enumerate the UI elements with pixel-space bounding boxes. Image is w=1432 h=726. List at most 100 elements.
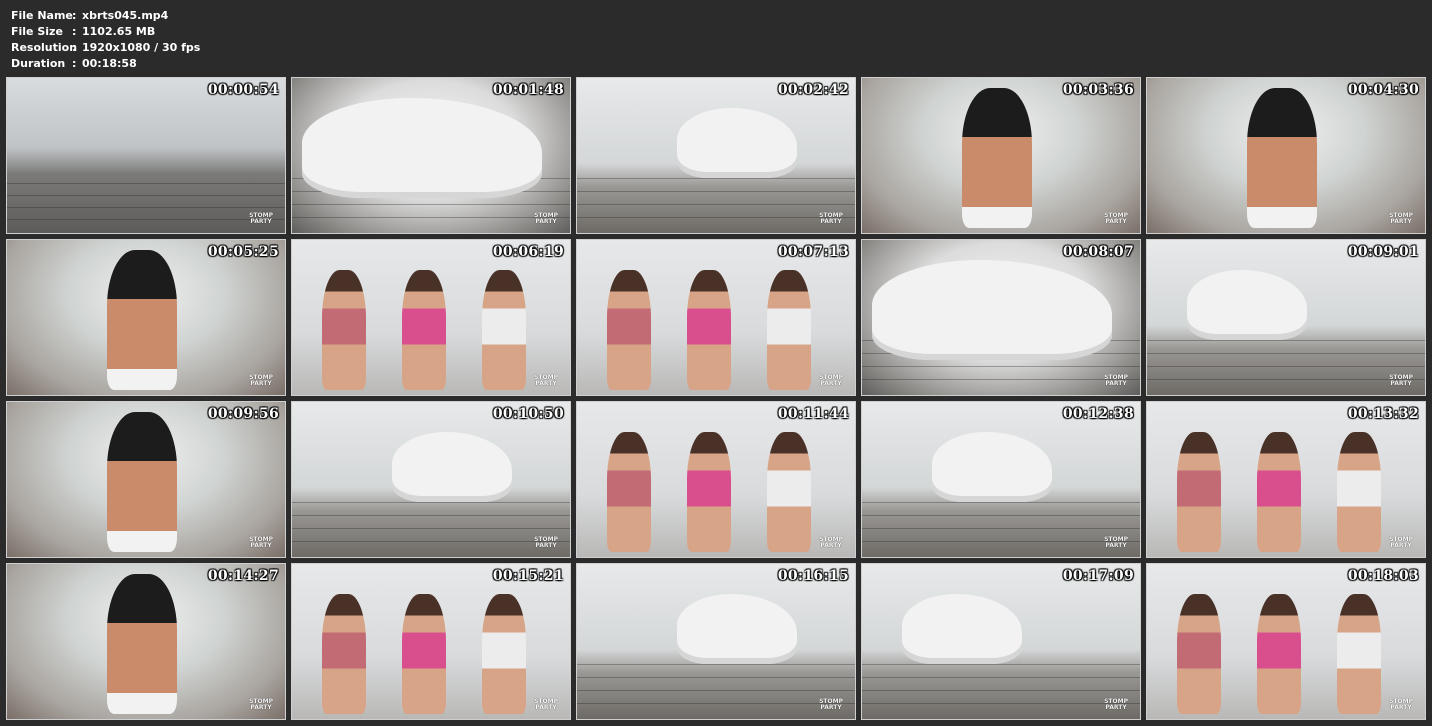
- video-thumbnail[interactable]: 00:18:03 STOMP PARTY: [1146, 563, 1426, 720]
- person-figure: [1257, 432, 1301, 552]
- timestamp-label: 00:07:13: [777, 244, 849, 260]
- video-thumbnail[interactable]: 00:12:38 STOMP PARTY: [861, 401, 1141, 558]
- video-thumbnail[interactable]: 00:00:54 STOMP PARTY: [6, 77, 286, 234]
- video-thumbnail[interactable]: 00:04:30 STOMP PARTY: [1146, 77, 1426, 234]
- video-thumbnail[interactable]: 00:15:21 STOMP PARTY: [291, 563, 571, 720]
- floor-plank-line: [862, 541, 1140, 542]
- floor-plank-line: [862, 515, 1140, 516]
- thumbnail-frame: [577, 240, 855, 395]
- video-thumbnail[interactable]: 00:07:13 STOMP PARTY: [576, 239, 856, 396]
- watermark-line: PARTY: [250, 218, 272, 225]
- floor-plank-line: [7, 219, 285, 220]
- file-name-value: xbrts045.mp4: [82, 9, 169, 22]
- duration-row: Duration : 00:18:58: [11, 56, 200, 72]
- contact-sheet: File Name : xbrts045.mp4 File Size : 110…: [0, 0, 1432, 726]
- thumbnail-frame: [862, 78, 1140, 233]
- video-thumbnail[interactable]: 00:13:32 STOMP PARTY: [1146, 401, 1426, 558]
- watermark-line: PARTY: [1390, 218, 1412, 225]
- timestamp-label: 00:06:19: [492, 244, 564, 260]
- watermark-logo: STOMP PARTY: [249, 213, 273, 225]
- person-figure: [1177, 594, 1221, 714]
- sneaker: [1187, 270, 1307, 340]
- watermark-logo: STOMP PARTY: [1389, 699, 1413, 711]
- watermark-logo: STOMP PARTY: [534, 699, 558, 711]
- watermark-line: PARTY: [535, 380, 557, 387]
- floor-plank-line: [292, 528, 570, 529]
- info-key: File Size: [11, 25, 63, 38]
- leg-figure: [107, 250, 177, 390]
- floor-plank-line: [862, 703, 1140, 704]
- person-figure: [402, 594, 446, 714]
- video-thumbnail[interactable]: 00:16:15 STOMP PARTY: [576, 563, 856, 720]
- video-thumbnail[interactable]: 00:02:42 STOMP PARTY: [576, 77, 856, 234]
- floor-plank-line: [292, 515, 570, 516]
- sneaker: [677, 594, 797, 664]
- thumbnail-grid: 00:00:54 STOMP PARTY 00:01:48 STOMP PARTY 00:0…: [6, 77, 1426, 720]
- video-thumbnail[interactable]: 00:17:09 STOMP PARTY: [861, 563, 1141, 720]
- timestamp-label: 00:05:25: [207, 244, 279, 260]
- watermark-logo: STOMP PARTY: [249, 537, 273, 549]
- thumbnail-frame: [1147, 402, 1425, 557]
- timestamp-label: 00:03:36: [1062, 82, 1134, 98]
- floor-plank-line: [577, 690, 855, 691]
- floor-plank-line: [577, 677, 855, 678]
- floor-plank-line: [577, 191, 855, 192]
- timestamp-label: 00:18:03: [1347, 568, 1419, 584]
- timestamp-label: 00:00:54: [207, 82, 279, 98]
- video-thumbnail[interactable]: 00:05:25 STOMP PARTY: [6, 239, 286, 396]
- person-figure: [1257, 594, 1301, 714]
- video-thumbnail[interactable]: 00:10:50 STOMP PARTY: [291, 401, 571, 558]
- floor-plank-line: [577, 204, 855, 205]
- video-thumbnail[interactable]: 00:09:56 STOMP PARTY: [6, 401, 286, 558]
- video-thumbnail[interactable]: 00:06:19 STOMP PARTY: [291, 239, 571, 396]
- thumbnail-frame: [1147, 78, 1425, 233]
- timestamp-label: 00:12:38: [1062, 406, 1134, 422]
- info-key: Resolution: [11, 41, 78, 54]
- person-figure: [482, 270, 526, 390]
- watermark-logo: STOMP PARTY: [534, 213, 558, 225]
- timestamp-label: 00:09:56: [207, 406, 279, 422]
- thumbnail-frame: [1147, 564, 1425, 719]
- video-thumbnail[interactable]: 00:11:44 STOMP PARTY: [576, 401, 856, 558]
- floor-plank-line: [292, 217, 570, 218]
- sneaker: [932, 432, 1052, 502]
- floor-plank-line: [862, 366, 1140, 367]
- leg-figure: [107, 412, 177, 552]
- person-figure: [482, 594, 526, 714]
- file-size-row: File Size : 1102.65 MB: [11, 24, 200, 40]
- watermark-logo: STOMP PARTY: [819, 375, 843, 387]
- person-figure: [607, 270, 651, 390]
- sneaker: [677, 108, 797, 178]
- video-thumbnail[interactable]: 00:08:07 STOMP PARTY: [861, 239, 1141, 396]
- floor-plank-line: [862, 502, 1140, 503]
- person-figure: [607, 432, 651, 552]
- info-separator: :: [72, 25, 77, 38]
- file-size-value: 1102.65 MB: [82, 25, 156, 38]
- person-figure: [1177, 432, 1221, 552]
- floor-plank-line: [862, 677, 1140, 678]
- watermark-logo: STOMP PARTY: [1389, 375, 1413, 387]
- leg-figure: [962, 88, 1032, 228]
- watermark-logo: STOMP PARTY: [1104, 537, 1128, 549]
- video-thumbnail[interactable]: 00:09:01 STOMP PARTY: [1146, 239, 1426, 396]
- video-thumbnail[interactable]: 00:01:48 STOMP PARTY: [291, 77, 571, 234]
- thumbnail-frame: [7, 564, 285, 719]
- floor-plank-line: [1147, 340, 1425, 341]
- person-figure: [687, 270, 731, 390]
- watermark-line: PARTY: [820, 380, 842, 387]
- timestamp-label: 00:15:21: [492, 568, 564, 584]
- watermark-line: PARTY: [535, 542, 557, 549]
- watermark-line: PARTY: [820, 704, 842, 711]
- thumbnail-frame: [577, 564, 855, 719]
- sneaker: [392, 432, 512, 502]
- video-thumbnail[interactable]: 00:03:36 STOMP PARTY: [861, 77, 1141, 234]
- watermark-logo: STOMP PARTY: [1104, 213, 1128, 225]
- timestamp-label: 00:04:30: [1347, 82, 1419, 98]
- leg-figure: [107, 574, 177, 714]
- video-thumbnail[interactable]: 00:14:27 STOMP PARTY: [6, 563, 286, 720]
- floor-plank-line: [1147, 366, 1425, 367]
- info-key: Duration: [11, 57, 66, 70]
- duration-value: 00:18:58: [82, 57, 137, 70]
- timestamp-label: 00:14:27: [207, 568, 279, 584]
- person-figure: [322, 594, 366, 714]
